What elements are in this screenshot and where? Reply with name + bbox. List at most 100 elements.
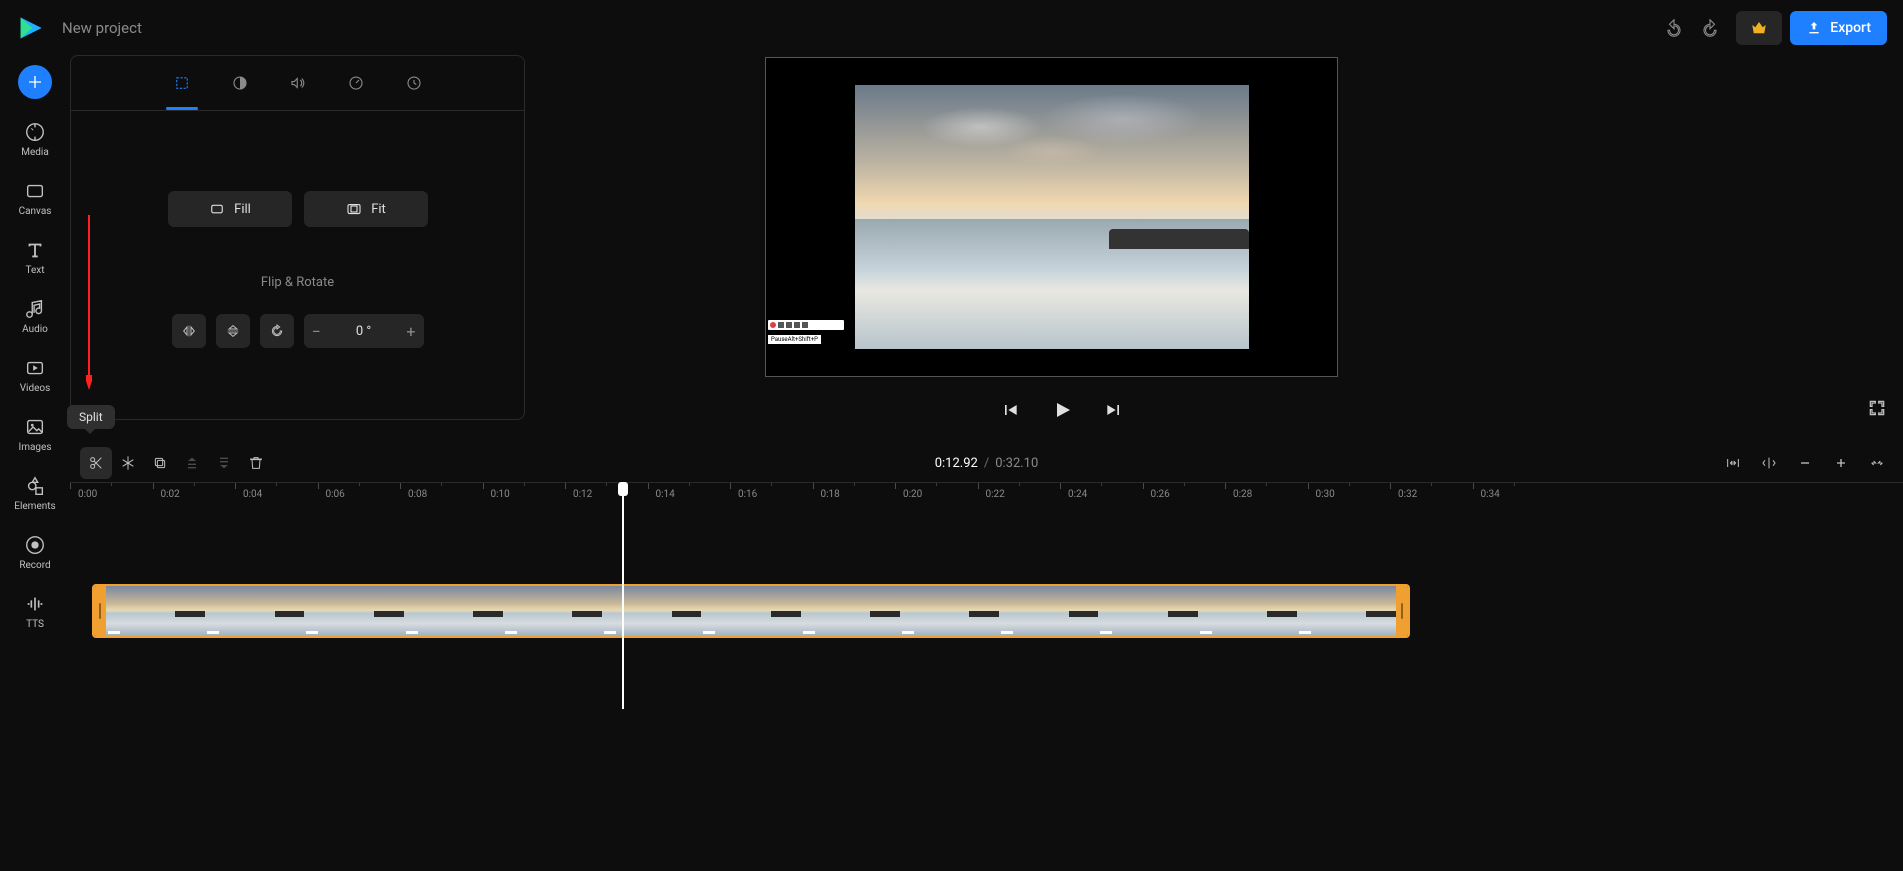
sidebar-label: Audio (22, 324, 48, 335)
sidebar-label: Elements (14, 501, 55, 512)
clip-thumbnail (503, 586, 602, 636)
angle-value: 0 ° (356, 324, 371, 339)
sidebar-item-canvas[interactable]: Canvas (19, 180, 52, 217)
redo-button[interactable] (1692, 10, 1728, 46)
rotate-button[interactable] (260, 314, 294, 348)
top-bar: New project Export (0, 0, 1903, 55)
playhead[interactable] (622, 484, 624, 709)
sidebar-item-tts[interactable]: TTS (24, 593, 46, 630)
sidebar-item-videos[interactable]: Videos (20, 357, 51, 394)
tab-time[interactable] (404, 73, 424, 93)
export-label: Export (1830, 20, 1871, 36)
sidebar-item-images[interactable]: Images (18, 416, 51, 453)
split-tooltip: Split (67, 405, 115, 429)
fill-label: Fill (234, 202, 251, 217)
tab-color[interactable] (230, 73, 250, 93)
split-view-button[interactable] (1753, 447, 1785, 479)
ruler-tick: 0:20 (895, 483, 978, 506)
duplicate-tool[interactable] (144, 447, 176, 479)
next-button[interactable] (1104, 400, 1124, 420)
video-preview[interactable] (765, 57, 1338, 377)
angle-input[interactable]: − 0 ° + (304, 314, 424, 348)
ruler-tick: 0:22 (978, 483, 1061, 506)
sidebar-label: Record (19, 560, 50, 571)
clip-thumbnail (701, 586, 800, 636)
ruler-tick: 0:26 (1143, 483, 1226, 506)
clip-thumbnail (304, 586, 403, 636)
angle-increase[interactable]: + (406, 322, 415, 341)
zoom-out-button[interactable] (1789, 447, 1821, 479)
fill-button[interactable]: Fill (168, 191, 292, 227)
ruler-tick: 0:04 (235, 483, 318, 506)
current-time: 0:12.92 (935, 456, 978, 471)
angle-decrease[interactable]: − (312, 322, 321, 341)
clip-thumbnail (900, 586, 999, 636)
project-title[interactable]: New project (62, 19, 142, 37)
fit-timeline-button[interactable] (1717, 447, 1749, 479)
flip-horizontal-button[interactable] (172, 314, 206, 348)
play-button[interactable] (1050, 398, 1074, 422)
left-sidebar: Media Canvas Text Audio Videos Images El… (0, 55, 70, 871)
ruler-tick: 0:28 (1225, 483, 1308, 506)
panel-tabs (71, 56, 524, 111)
ruler-tick: 0:24 (1060, 483, 1143, 506)
app-logo (16, 14, 44, 42)
sidebar-label: Images (18, 442, 51, 453)
clip-thumbnails (106, 586, 1396, 636)
sidebar-label: Text (25, 265, 44, 276)
timeline-toolbar: 0:12.92 / 0:32.10 (70, 444, 1903, 482)
prev-button[interactable] (1000, 400, 1020, 420)
clip-thumbnail (999, 586, 1098, 636)
tab-speed[interactable] (346, 73, 366, 93)
ruler-tick: 0:10 (483, 483, 566, 506)
fullscreen-button[interactable] (1867, 398, 1887, 418)
clip-handle-right[interactable] (1396, 586, 1408, 636)
video-clip[interactable] (92, 584, 1410, 638)
playback-controls (1000, 398, 1124, 422)
clip-thumbnail (404, 586, 503, 636)
ruler-tick: 0:00 (70, 483, 153, 506)
undo-button[interactable] (1656, 10, 1692, 46)
time-display: 0:12.92 / 0:32.10 (935, 456, 1039, 471)
clip-thumbnail (1098, 586, 1197, 636)
tab-transform[interactable] (172, 73, 192, 93)
ruler-tick: 0:12 (565, 483, 648, 506)
layer-up-tool (176, 447, 208, 479)
ruler-tick: 0:14 (648, 483, 731, 506)
clip-thumbnail (801, 586, 900, 636)
timeline-ruler[interactable]: 0:000:020:040:060:080:100:120:140:160:18… (70, 482, 1903, 506)
clip-thumbnail (205, 586, 304, 636)
tab-audio[interactable] (288, 73, 308, 93)
ruler-tick: 0:34 (1473, 483, 1556, 506)
premium-button[interactable] (1736, 11, 1782, 45)
sidebar-label: Canvas (19, 206, 52, 217)
flip-rotate-title: Flip & Rotate (261, 275, 334, 290)
ruler-tick: 0:16 (730, 483, 813, 506)
sidebar-item-record[interactable]: Record (19, 534, 50, 571)
clip-handle-left[interactable] (94, 586, 106, 636)
recorder-toolbar[interactable] (768, 320, 844, 330)
sidebar-item-elements[interactable]: Elements (14, 475, 55, 512)
total-time: 0:32.10 (995, 456, 1038, 471)
fit-button[interactable]: Fit (304, 191, 428, 227)
ruler-tick: 0:06 (318, 483, 401, 506)
sidebar-item-media[interactable]: Media (21, 121, 49, 158)
sidebar-label: Media (21, 147, 49, 158)
sidebar-item-text[interactable]: Text (24, 239, 46, 276)
sidebar-item-audio[interactable]: Audio (22, 298, 48, 335)
zoom-in-button[interactable] (1825, 447, 1857, 479)
preview-frame (855, 85, 1249, 349)
ruler-tick: 0:32 (1390, 483, 1473, 506)
add-media-button[interactable] (18, 65, 52, 99)
collapse-button[interactable] (1861, 447, 1893, 479)
ruler-tick: 0:08 (400, 483, 483, 506)
ruler-tick: 0:30 (1308, 483, 1391, 506)
recorder-hint: PauseAlt+Shift+P (768, 335, 821, 344)
clip-thumbnail (106, 586, 205, 636)
split-tool[interactable] (80, 447, 112, 479)
delete-tool[interactable] (240, 447, 272, 479)
ruler-tick: 0:02 (153, 483, 236, 506)
freeze-tool[interactable] (112, 447, 144, 479)
export-button[interactable]: Export (1790, 11, 1887, 45)
flip-vertical-button[interactable] (216, 314, 250, 348)
